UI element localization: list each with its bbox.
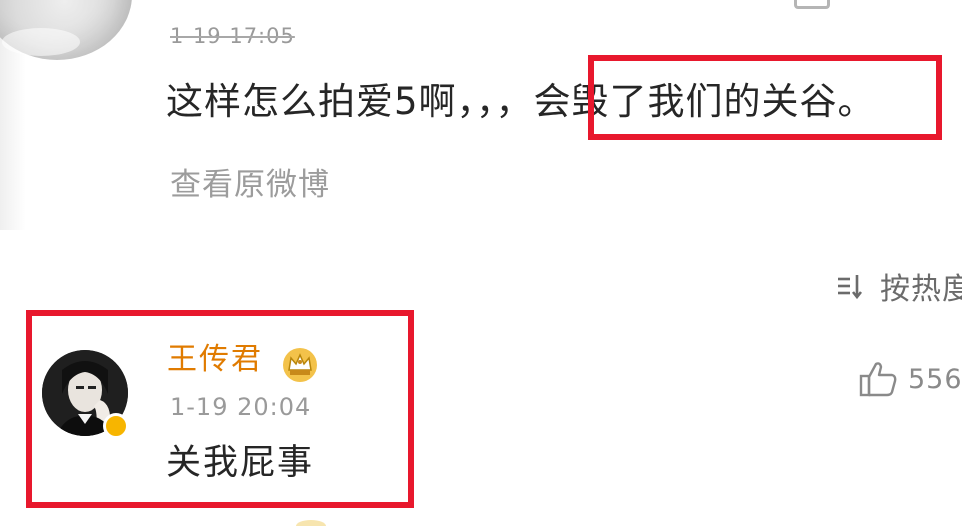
reply-timestamp: 1-19 20:04 bbox=[170, 393, 312, 421]
like-button[interactable]: 556 bbox=[858, 360, 962, 398]
sort-icon bbox=[836, 272, 866, 300]
thumbs-up-icon bbox=[858, 360, 898, 398]
weibo-comment-screenshot: 1-19 17:05 这样怎么拍爱5啊，，，会毁了我们的关谷。 查看原微博 按热… bbox=[0, 0, 962, 526]
comment-timestamp: 1-19 17:05 bbox=[170, 24, 295, 48]
reply-username[interactable]: 王传君 bbox=[167, 340, 263, 380]
highlight-box-comment bbox=[588, 55, 942, 140]
more-icon[interactable] bbox=[794, 0, 830, 9]
sort-by-hot-button[interactable]: 按热度 bbox=[836, 266, 962, 307]
commenter-avatar[interactable] bbox=[0, 0, 132, 60]
sort-label: 按热度 bbox=[880, 272, 962, 307]
vip-status-dot bbox=[103, 413, 129, 439]
like-count: 556 bbox=[908, 363, 962, 395]
next-item-hint bbox=[296, 520, 326, 526]
reply-text: 关我屁事 bbox=[166, 443, 315, 483]
view-original-link[interactable]: 查看原微博 bbox=[170, 165, 330, 205]
crown-badge-icon bbox=[281, 346, 319, 384]
